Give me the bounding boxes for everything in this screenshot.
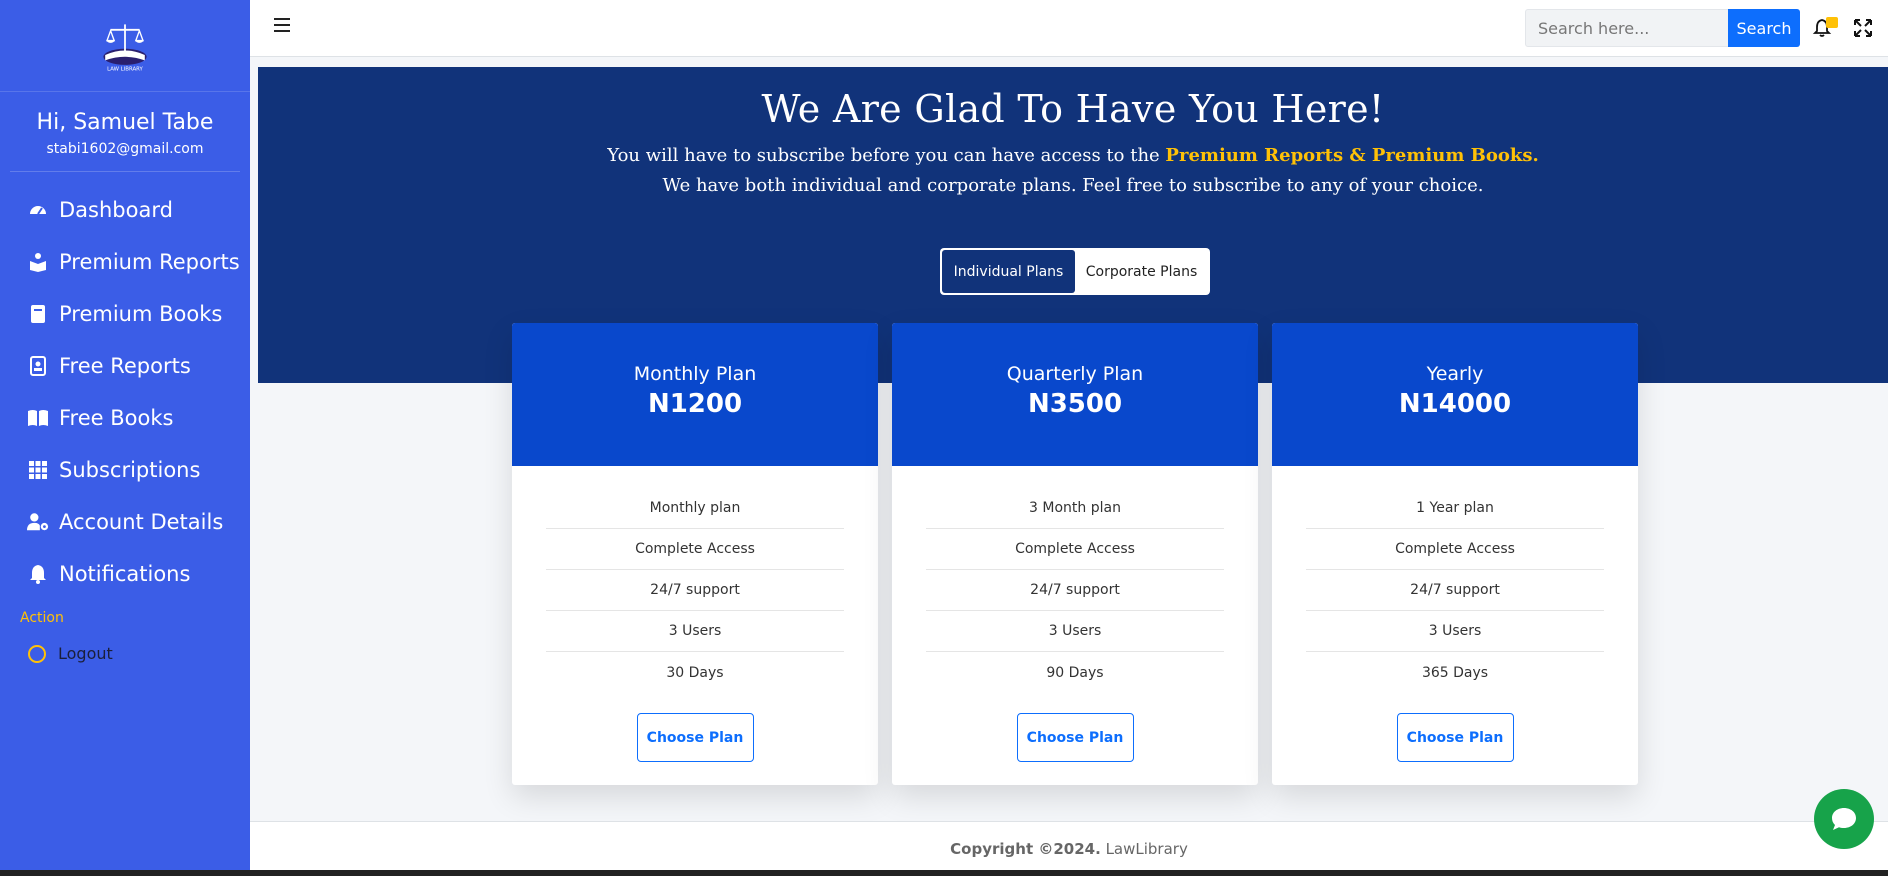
book-icon [27, 303, 49, 325]
footer: Copyright ©2024. LawLibrary [250, 821, 1888, 870]
bottom-strip [0, 870, 1888, 876]
sidebar-item-free-reports[interactable]: Free Reports [0, 340, 250, 392]
bell-icon [27, 563, 49, 585]
topbar: Search [250, 0, 1888, 57]
plan-feature: 365 Days [1421, 664, 1489, 681]
sidebar-item-label: Premium Books [59, 302, 223, 326]
plan-price: N3500 [1027, 389, 1123, 419]
sidebar-item-label: Dashboard [59, 198, 173, 222]
plan-title: Yearly [1426, 363, 1484, 385]
footer-brand-link[interactable]: LawLibrary [1106, 840, 1188, 858]
plan-card-header: Monthly Plan N1200 [512, 323, 878, 466]
plan-feature: Monthly plan [546, 488, 844, 529]
search-input[interactable] [1525, 9, 1729, 47]
menu-toggle-icon[interactable] [274, 18, 290, 32]
sidebar-item-label: Free Books [59, 406, 174, 430]
sidebar-item-premium-reports[interactable]: Premium Reports [0, 236, 250, 288]
tab-individual-plans[interactable]: Individual Plans [942, 250, 1075, 293]
plan-card-header: Yearly N14000 [1272, 323, 1638, 466]
plan-feature: 3 Users [546, 611, 844, 652]
fullscreen-icon[interactable] [1854, 19, 1872, 37]
plan-card-monthly: Monthly Plan N1200 Monthly plan Complete… [512, 323, 878, 785]
open-book-icon [27, 407, 49, 429]
logo-area: LAW LIBRARY [0, 0, 250, 92]
hero-line-1-text: You will have to subscribe before you ca… [607, 145, 1166, 166]
hero-line-1: You will have to subscribe before you ca… [258, 141, 1888, 171]
plan-feature: 3 Month plan [926, 488, 1224, 529]
sidebar-item-label: Account Details [59, 510, 224, 534]
plan-feature: 90 Days [1046, 664, 1104, 681]
logo-text: LAW LIBRARY [107, 66, 143, 72]
gauge-icon [27, 199, 49, 221]
plan-feature: 1 Year plan [1306, 488, 1604, 529]
sidebar-item-account-details[interactable]: Account Details [0, 496, 250, 548]
copyright-text: Copyright ©2024. [950, 840, 1101, 858]
plan-feature: Complete Access [1306, 529, 1604, 570]
user-greeting: Hi, Samuel Tabe [36, 110, 214, 135]
circle-icon [28, 644, 46, 663]
plan-feature: 24/7 support [546, 570, 844, 611]
choose-plan-button[interactable]: Choose Plan [636, 713, 754, 762]
plan-card-quarterly: Quarterly Plan N3500 3 Month plan Comple… [892, 323, 1258, 785]
sidebar-item-premium-books[interactable]: Premium Books [0, 288, 250, 340]
choose-plan-button[interactable]: Choose Plan [1016, 713, 1134, 762]
logout-link[interactable]: Logout [0, 644, 250, 663]
sidebar-nav: Dashboard Premium Reports Premium Books … [0, 184, 250, 600]
sidebar-item-free-books[interactable]: Free Books [0, 392, 250, 444]
plan-title: Monthly Plan [633, 363, 757, 385]
plan-card-header: Quarterly Plan N3500 [892, 323, 1258, 466]
plan-features: 3 Month plan Complete Access 24/7 suppor… [926, 488, 1224, 693]
user-info: Hi, Samuel Tabe stabi1602@gmail.com [10, 92, 240, 172]
grid-icon [27, 459, 49, 481]
reader-icon [27, 251, 49, 273]
tab-corporate-plans[interactable]: Corporate Plans [1075, 250, 1208, 293]
sidebar-item-label: Notifications [59, 562, 191, 586]
plan-feature: 3 Users [1306, 611, 1604, 652]
plan-price: N1200 [647, 389, 743, 419]
choose-plan-button[interactable]: Choose Plan [1396, 713, 1514, 762]
sidebar-item-label: Free Reports [59, 354, 191, 378]
plan-feature: 30 Days [666, 664, 724, 681]
sidebar: LAW LIBRARY Hi, Samuel Tabe stabi1602@gm… [0, 0, 250, 870]
sidebar-item-dashboard[interactable]: Dashboard [0, 184, 250, 236]
hero-highlight: Premium Reports & Premium Books. [1165, 145, 1539, 166]
logout-label: Logout [58, 644, 113, 663]
plan-title: Quarterly Plan [1006, 363, 1144, 385]
plan-feature: 24/7 support [1306, 570, 1604, 611]
hero-line-2: We have both individual and corporate pl… [662, 175, 1484, 196]
search-button[interactable]: Search [1728, 9, 1800, 47]
hero-title: We Are Glad To Have You Here! [761, 87, 1385, 131]
law-library-logo[interactable]: LAW LIBRARY [98, 19, 152, 73]
plan-card-yearly: Yearly N14000 1 Year plan Complete Acces… [1272, 323, 1638, 785]
report-icon [27, 355, 49, 377]
plan-feature: 24/7 support [926, 570, 1224, 611]
plan-price: N14000 [1398, 389, 1512, 419]
sidebar-item-label: Premium Reports [59, 250, 240, 274]
plan-type-toggle: Individual Plans Corporate Plans [940, 248, 1210, 295]
user-cog-icon [27, 511, 49, 533]
plan-feature: Complete Access [926, 529, 1224, 570]
sidebar-item-subscriptions[interactable]: Subscriptions [0, 444, 250, 496]
plan-feature: Complete Access [546, 529, 844, 570]
section-label-action: Action [20, 610, 64, 626]
plan-features: 1 Year plan Complete Access 24/7 support… [1306, 488, 1604, 693]
plan-features: Monthly plan Complete Access 24/7 suppor… [546, 488, 844, 693]
notification-badge [1826, 17, 1838, 28]
sidebar-item-notifications[interactable]: Notifications [0, 548, 250, 600]
sidebar-item-label: Subscriptions [59, 458, 201, 482]
user-email: stabi1602@gmail.com [46, 141, 204, 157]
chat-widget-button[interactable] [1814, 789, 1874, 849]
chat-bubble-icon [1832, 808, 1856, 830]
plan-feature: 3 Users [926, 611, 1224, 652]
